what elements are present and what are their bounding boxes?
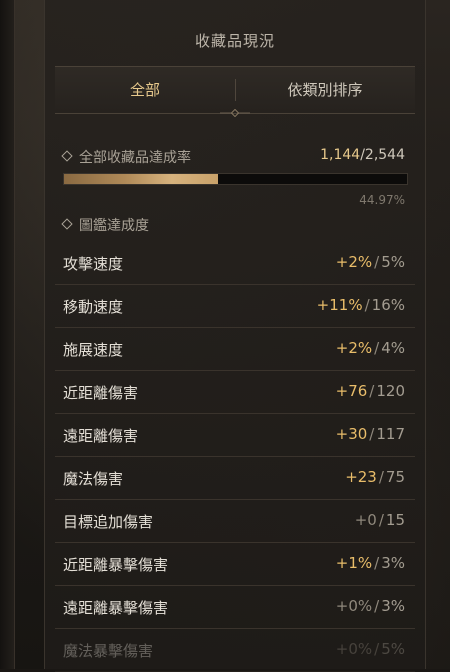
stat-current: +0 — [354, 511, 377, 529]
stat-max: 5% — [381, 253, 405, 271]
stat-value: +2%/5% — [336, 253, 405, 271]
codex-stat-list: 攻擊速度 +2%/5% 移動速度 +11%/16% 施展速度 +2%/4% 近距離傷害 +76… — [55, 242, 415, 672]
diamond-icon — [61, 150, 73, 162]
stat-value: +11%/16% — [317, 296, 405, 314]
stat-name: 魔法傷害 — [63, 470, 124, 488]
stat-max: 4% — [381, 339, 405, 357]
codex-stat-row: 攻擊速度 +2%/5% — [55, 242, 415, 285]
codex-stat-row: 近距離傷害 +76/120 — [55, 371, 415, 414]
stat-value: +1%/3% — [336, 554, 405, 572]
stat-max: 117 — [376, 425, 405, 443]
stat-name: 攻擊速度 — [63, 255, 124, 273]
collection-rate-label: 全部收藏品達成率 — [61, 147, 191, 167]
stat-value: +0%/3% — [336, 597, 405, 615]
stat-separator: / — [369, 425, 375, 443]
codex-label-text: 圖鑑達成度 — [79, 218, 149, 234]
stat-current: +76 — [335, 382, 368, 400]
stat-value: +76/120 — [336, 382, 405, 400]
stat-current: +2% — [335, 253, 373, 271]
ornament-icon — [220, 109, 250, 117]
stat-name: 移動速度 — [63, 298, 124, 316]
codex-stat-row: 施展速度 +2%/4% — [55, 328, 415, 371]
stat-max: 16% — [371, 296, 405, 314]
stat-max: 5% — [381, 640, 405, 658]
stat-current: +2% — [335, 339, 373, 357]
stat-separator: / — [374, 339, 380, 357]
stat-separator: / — [374, 253, 380, 271]
stat-separator: / — [364, 296, 370, 314]
collection-total: 2,544 — [364, 147, 405, 163]
stat-current: +0% — [335, 640, 373, 658]
stat-value: +0/15 — [355, 511, 405, 529]
codex-stat-row: 魔法暴擊傷害 +0%/5% — [55, 629, 415, 672]
diamond-icon — [61, 218, 73, 230]
tab-bar: 全部 依類別排序 — [55, 66, 415, 117]
stat-current: +30 — [335, 425, 368, 443]
stat-value: +23/75 — [345, 468, 405, 486]
codex-stat-row: 遠距離暴擊傷害 +0%/3% — [55, 586, 415, 629]
collection-rate-text: 全部收藏品達成率 — [79, 150, 191, 166]
stat-separator: / — [374, 597, 380, 615]
stat-separator: / — [374, 554, 380, 572]
left-edge-panel — [0, 0, 15, 669]
stat-value: +0%/5% — [336, 640, 405, 658]
stat-name: 遠距離傷害 — [63, 427, 139, 445]
stat-current: +0% — [335, 597, 373, 615]
stat-max: 75 — [385, 468, 405, 486]
codex-stat-row: 魔法傷害 +23/75 — [55, 457, 415, 500]
stat-name: 目標追加傷害 — [63, 513, 154, 531]
codex-stat-row: 遠距離傷害 +30/117 — [55, 414, 415, 457]
stat-name: 魔法暴擊傷害 — [63, 642, 154, 660]
stat-separator: / — [369, 382, 375, 400]
collection-progress-bar — [63, 173, 408, 185]
codex-stat-row: 目標追加傷害 +0/15 — [55, 500, 415, 543]
stat-max: 3% — [381, 597, 405, 615]
collection-status-panel: 收藏品現況 全部 依類別排序 全部收藏品達成率 1,144/2,544 44.9… — [44, 0, 426, 672]
tab-all[interactable]: 全部 — [55, 67, 235, 113]
stat-name: 近距離傷害 — [63, 384, 139, 402]
stat-max: 3% — [381, 554, 405, 572]
stat-separator: / — [378, 511, 384, 529]
codex-stat-row: 近距離暴擊傷害 +1%/3% — [55, 543, 415, 586]
stat-current: +23 — [345, 468, 377, 486]
collection-progress-fill — [64, 174, 219, 184]
stat-separator: / — [374, 640, 380, 658]
stat-max: 120 — [376, 382, 405, 400]
stat-separator: / — [378, 468, 384, 486]
codex-stat-row: 移動速度 +11%/16% — [55, 285, 415, 328]
collection-count: 1,144/2,544 — [320, 147, 405, 163]
stat-name: 施展速度 — [63, 341, 124, 359]
collection-current: 1,144 — [320, 147, 361, 163]
panel-title: 收藏品現況 — [194, 32, 275, 50]
stat-value: +30/117 — [336, 425, 405, 443]
stat-max: 15 — [385, 511, 405, 529]
tab-by-category[interactable]: 依類別排序 — [235, 67, 415, 113]
stat-name: 遠距離暴擊傷害 — [63, 599, 169, 617]
codex-label: 圖鑑達成度 — [61, 215, 149, 235]
stat-current: +1% — [335, 554, 373, 572]
stat-value: +2%/4% — [336, 339, 405, 357]
stat-name: 近距離暴擊傷害 — [63, 556, 169, 574]
collection-percent: 44.97% — [359, 193, 405, 207]
stat-current: +11% — [316, 296, 363, 314]
